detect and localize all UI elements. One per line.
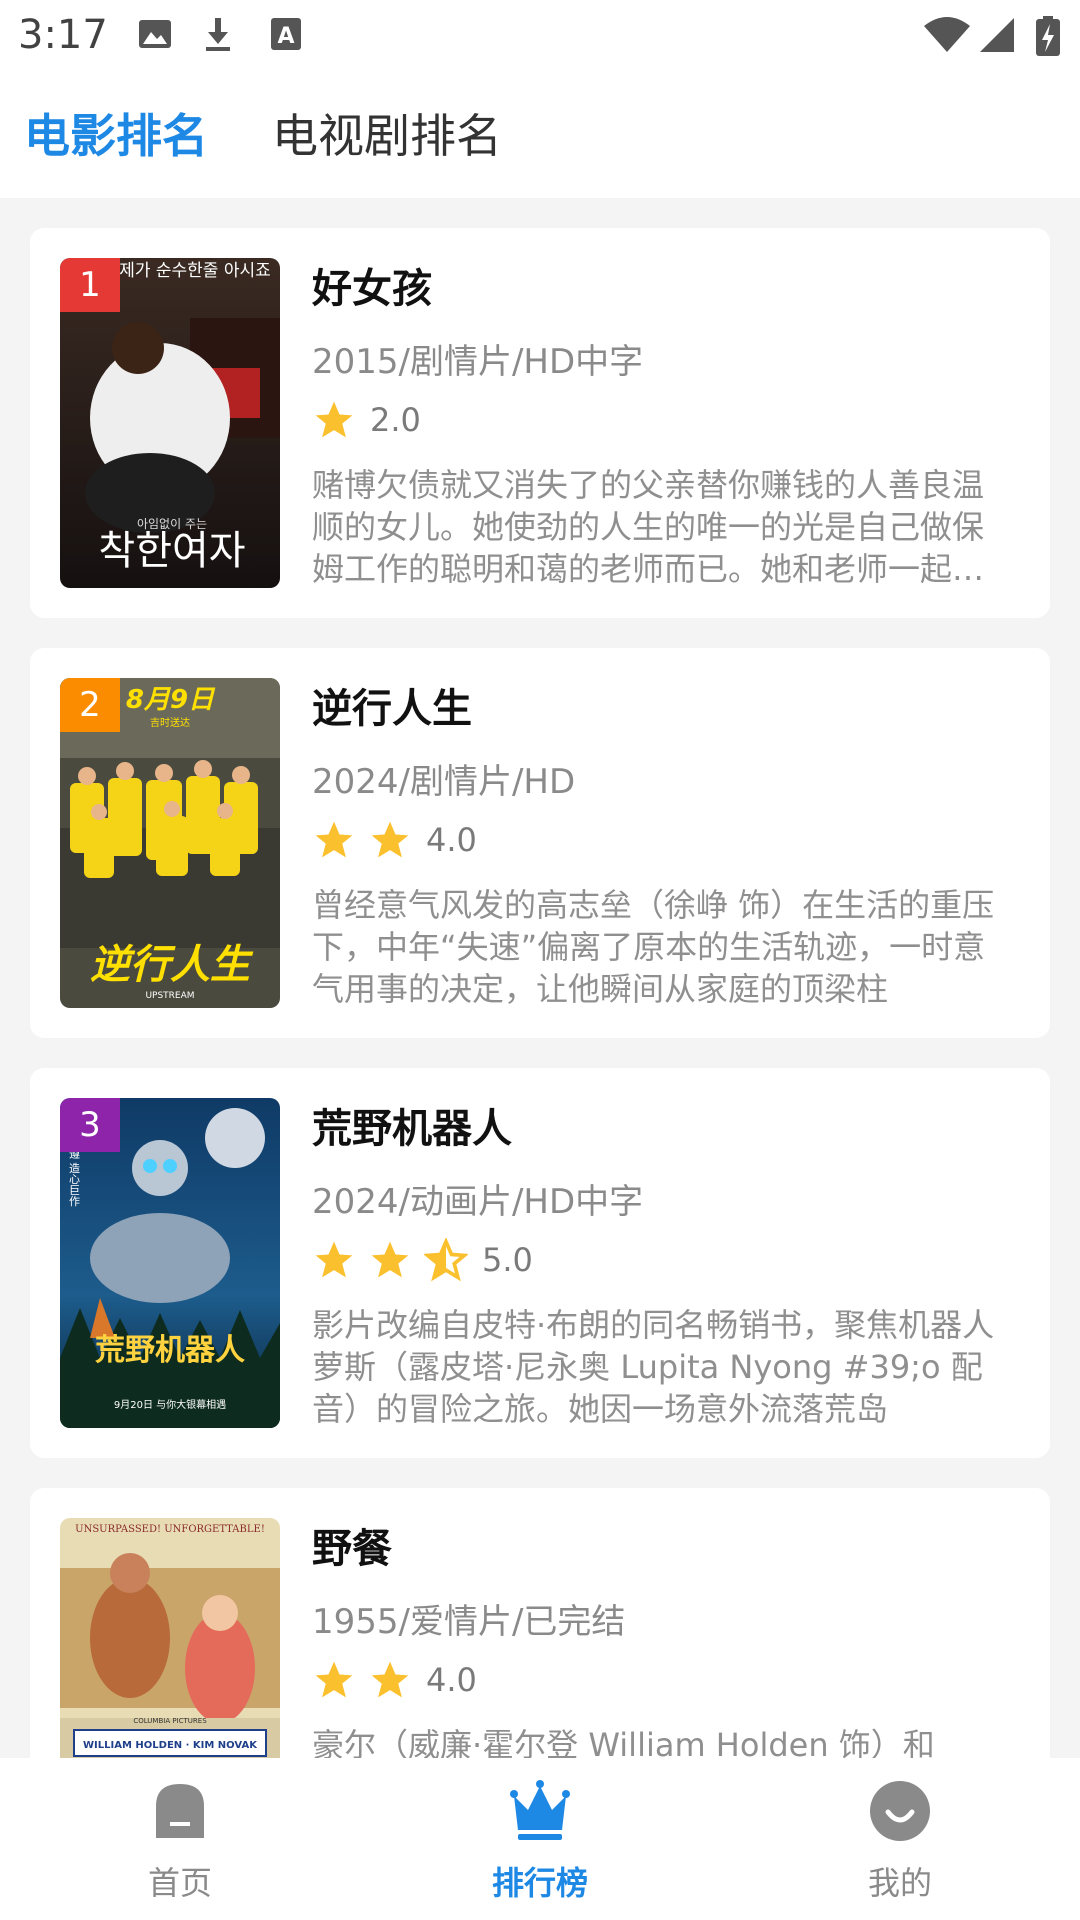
movie-description: 曾经意气风发的高志垒（徐峥 饰）在生活的重压下，中年“失速”偏离了原本的生活轨迹… bbox=[312, 886, 995, 1008]
rating-score: 2.0 bbox=[370, 401, 421, 439]
rank-badge: 1 bbox=[60, 258, 120, 312]
star-icon bbox=[315, 1661, 353, 1698]
download-icon bbox=[206, 18, 230, 51]
movie-title: 荒野机器人 bbox=[312, 1106, 512, 1152]
movie-description: 赌博欠债就又消失了的父亲替你赚钱的人善良温顺的女儿。她使劲的人生的唯一的光是自己… bbox=[312, 466, 985, 588]
tab-movie-ranking[interactable]: 电影排名 bbox=[24, 100, 208, 166]
rank-badge: 3 bbox=[60, 1098, 120, 1152]
rating-score: 4.0 bbox=[426, 1661, 477, 1699]
movie-poster: UNSURPASSED! UNFORGETTABLE! COLUMBIA PIC… bbox=[60, 1518, 280, 1758]
movie-card[interactable]: 8月9日 吉时送达 逆行人生 UPSTREAM 2 逆行人生 2024/剧情片/… bbox=[30, 648, 1050, 1038]
movie-meta: 2024/动画片/HD中字 bbox=[312, 1182, 644, 1222]
poster-title: WILLIAM HOLDEN · KIM NOVAK bbox=[83, 1740, 258, 1751]
nav-home[interactable]: 首页 bbox=[70, 1778, 290, 1908]
movie-rating: 4.0 bbox=[312, 1658, 477, 1702]
home-icon bbox=[156, 1784, 204, 1838]
poster-caption: 9月20日 与你大银幕相遇 bbox=[114, 1398, 226, 1411]
star-icon bbox=[315, 821, 353, 858]
tab-tv-ranking[interactable]: 电视剧排名 bbox=[272, 100, 502, 166]
star-icon bbox=[371, 821, 409, 858]
movie-card[interactable]: 遵 造心巨作 荒野机器人 9月20日 与你大银幕相遇 3 荒野机器人 2024/… bbox=[30, 1068, 1050, 1458]
movie-poster: 遵 造心巨作 荒野机器人 9月20日 与你大银幕相遇 3 bbox=[60, 1098, 280, 1428]
battery-icon bbox=[1036, 16, 1060, 56]
nav-ranking[interactable]: 排行榜 bbox=[430, 1778, 650, 1908]
rating-score: 5.0 bbox=[482, 1241, 533, 1279]
star-half-icon bbox=[424, 1238, 468, 1282]
movie-title: 好女孩 bbox=[312, 266, 432, 312]
star-icon bbox=[371, 1241, 409, 1278]
star-icon bbox=[371, 1661, 409, 1698]
svg-text:A: A bbox=[277, 24, 294, 49]
text-a-icon: A bbox=[271, 18, 301, 50]
movie-poster: 8月9日 吉时送达 逆行人生 UPSTREAM 2 bbox=[60, 678, 280, 1008]
poster-tagline: 제가 순수한줄 아시죠 bbox=[119, 261, 271, 281]
movie-title: 野餐 bbox=[312, 1526, 392, 1572]
status-bar: 3:17 A bbox=[0, 0, 1080, 72]
crown-icon bbox=[510, 1780, 570, 1840]
poster-title: 荒野机器人 bbox=[95, 1333, 245, 1368]
movie-description: 影片改编自皮特·布朗的同名畅销书，聚焦机器人萝斯（露皮塔·尼永奥 Lupita … bbox=[312, 1306, 995, 1428]
rank-badge: 2 bbox=[60, 678, 120, 732]
poster-tagline: UNSURPASSED! UNFORGETTABLE! bbox=[75, 1524, 265, 1535]
poster-caption: COLUMBIA PICTURES bbox=[133, 1717, 207, 1725]
movie-rating: 2.0 bbox=[312, 398, 421, 442]
poster-title: 逆行人生 bbox=[90, 942, 254, 988]
movie-description: 豪尔（威廉·霍尔登 William Holden 饰）和 bbox=[312, 1726, 935, 1758]
nav-mine[interactable]: 我的 bbox=[790, 1778, 1010, 1908]
star-icon bbox=[315, 401, 353, 438]
poster-caption: UPSTREAM bbox=[145, 991, 194, 1001]
movie-title: 逆行人生 bbox=[312, 686, 472, 732]
movie-card[interactable]: UNSURPASSED! UNFORGETTABLE! COLUMBIA PIC… bbox=[30, 1488, 1050, 1758]
movie-meta: 2024/剧情片/HD bbox=[312, 762, 576, 802]
movie-card[interactable]: 제가 순수한줄 아시죠 아임없이 주는 착한여자 1 好女孩 2015/剧情片/… bbox=[30, 228, 1050, 618]
movie-rating: 5.0 bbox=[312, 1238, 533, 1282]
star-icon bbox=[315, 1241, 353, 1278]
poster-subtitle: 吉时送达 bbox=[150, 716, 190, 729]
smile-icon bbox=[870, 1781, 930, 1841]
nav-ranking-label: 排行榜 bbox=[491, 1864, 588, 1902]
status-time: 3:17 bbox=[18, 12, 108, 58]
rating-score: 4.0 bbox=[426, 821, 477, 859]
movie-poster: 제가 순수한줄 아시죠 아임없이 주는 착한여자 1 bbox=[60, 258, 280, 588]
signal-icon bbox=[980, 18, 1014, 52]
movie-rating: 4.0 bbox=[312, 818, 477, 862]
poster-date: 8月9日 bbox=[126, 685, 216, 715]
poster-title: 착한여자 bbox=[98, 528, 245, 574]
movie-ranking-list[interactable]: 제가 순수한줄 아시죠 아임없이 주는 착한여자 1 好女孩 2015/剧情片/… bbox=[0, 198, 1080, 1758]
image-icon bbox=[139, 20, 171, 48]
poster-tagline: 遵 造心巨作 bbox=[68, 1147, 81, 1207]
wifi-icon bbox=[924, 17, 970, 52]
bottom-nav: 首页 排行榜 我的 bbox=[0, 1758, 1080, 1920]
movie-meta: 2015/剧情片/HD中字 bbox=[312, 342, 644, 382]
ranking-tabs: 电影排名 电视剧排名 bbox=[0, 72, 1080, 198]
nav-mine-label: 我的 bbox=[867, 1864, 932, 1902]
nav-home-label: 首页 bbox=[147, 1864, 212, 1902]
movie-meta: 1955/爱情片/已完结 bbox=[312, 1602, 626, 1642]
